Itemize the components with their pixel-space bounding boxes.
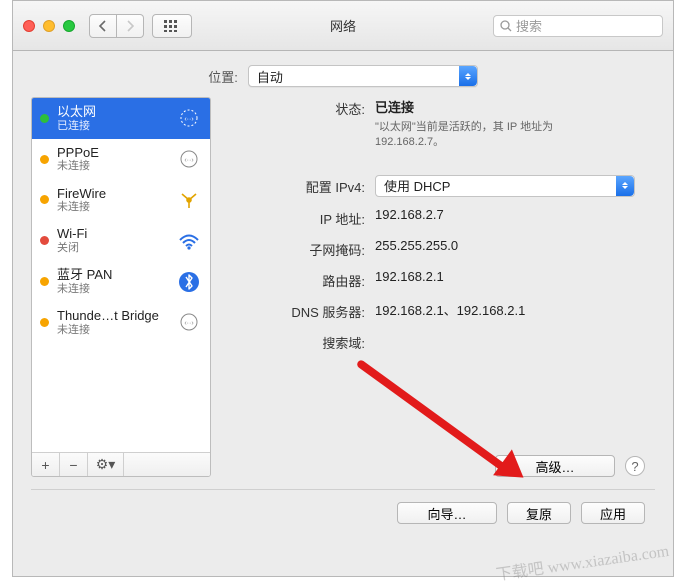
- location-value: 自动: [257, 67, 283, 86]
- advanced-button[interactable]: 高级…: [495, 455, 615, 477]
- search-placeholder: 搜索: [516, 16, 542, 35]
- help-button[interactable]: ?: [625, 456, 645, 476]
- apply-button[interactable]: 应用: [581, 502, 645, 524]
- revert-button[interactable]: 复原: [507, 502, 571, 524]
- details-panel: 状态: 已连接 "以太网"当前是活跃的，其 IP 地址为 192.168.2.7…: [225, 97, 655, 477]
- location-label: 位置:: [208, 67, 238, 86]
- chevron-right-icon: [125, 20, 135, 32]
- subnet-mask-value: 255.255.255.0: [375, 238, 655, 253]
- service-status: 未连接: [57, 283, 168, 296]
- remove-service-button[interactable]: −: [60, 453, 88, 476]
- search-icon: [500, 20, 512, 32]
- service-name: Thunde…t Bridge: [57, 308, 168, 324]
- service-status: 未连接: [57, 201, 168, 214]
- service-status: 未连接: [57, 160, 168, 173]
- ip-address-value: 192.168.2.7: [375, 207, 655, 222]
- bottom-button-row: 向导… 复原 应用: [13, 502, 673, 538]
- service-name: 蓝牙 PAN: [57, 267, 168, 283]
- search-domain-label: 搜索域:: [225, 331, 375, 352]
- back-button[interactable]: [89, 14, 117, 38]
- ethernet-icon: ‹··›: [176, 148, 202, 170]
- router-label: 路由器:: [225, 269, 375, 290]
- status-dot-icon: [40, 318, 49, 327]
- service-status: 关闭: [57, 242, 168, 255]
- forward-button[interactable]: [117, 14, 144, 38]
- divider: [31, 489, 655, 490]
- close-window-icon[interactable]: [23, 20, 35, 32]
- status-dot-icon: [40, 114, 49, 123]
- status-value: 已连接: [375, 97, 655, 116]
- toolbar: 网络 搜索: [13, 1, 673, 51]
- ipv4-config-value: 使用 DHCP: [384, 176, 450, 195]
- status-description: "以太网"当前是活跃的，其 IP 地址为 192.168.2.7。: [375, 120, 615, 151]
- service-item-thunderbolt-bridge[interactable]: Thunde…t Bridge 未连接 ‹··›: [32, 302, 210, 343]
- service-item-firewire[interactable]: FireWire 未连接: [32, 180, 210, 221]
- assist-button[interactable]: 向导…: [397, 502, 497, 524]
- sidebar-footer: + − ⚙︎▾: [32, 452, 210, 476]
- ip-address-label: IP 地址:: [225, 207, 375, 228]
- service-item-pppoe[interactable]: PPPoE 未连接 ‹··›: [32, 139, 210, 180]
- ipv4-config-label: 配置 IPv4:: [225, 175, 375, 196]
- service-sidebar: 以太网 已连接 ‹··› PPPoE 未连接 ‹··›: [31, 97, 211, 477]
- router-value: 192.168.2.1: [375, 269, 655, 284]
- dns-label: DNS 服务器:: [225, 300, 375, 321]
- firewire-icon: [176, 189, 202, 211]
- status-dot-icon: [40, 236, 49, 245]
- location-row: 位置: 自动: [13, 51, 673, 97]
- show-all-button[interactable]: [152, 14, 192, 38]
- minimize-window-icon[interactable]: [43, 20, 55, 32]
- service-name: PPPoE: [57, 145, 168, 161]
- nav-back-forward: [89, 14, 144, 38]
- service-status: 已连接: [57, 120, 168, 133]
- service-item-ethernet[interactable]: 以太网 已连接 ‹··›: [32, 98, 210, 139]
- search-input[interactable]: 搜索: [493, 15, 663, 37]
- chevron-left-icon: [98, 20, 108, 32]
- service-status: 未连接: [57, 324, 168, 337]
- window-controls: [23, 20, 75, 32]
- location-popup[interactable]: 自动: [248, 65, 478, 87]
- bluetooth-icon: [176, 271, 202, 293]
- service-item-bluetooth-pan[interactable]: 蓝牙 PAN 未连接: [32, 261, 210, 302]
- service-name: Wi-Fi: [57, 226, 168, 242]
- status-dot-icon: [40, 195, 49, 204]
- zoom-window-icon[interactable]: [63, 20, 75, 32]
- svg-text:‹··›: ‹··›: [184, 320, 194, 327]
- wifi-icon: [176, 230, 202, 252]
- status-dot-icon: [40, 155, 49, 164]
- svg-text:‹··›: ‹··›: [184, 116, 194, 123]
- service-item-wifi[interactable]: Wi-Fi 关闭: [32, 220, 210, 261]
- service-name: FireWire: [57, 186, 168, 202]
- updown-icon: [616, 176, 634, 196]
- ipv4-config-select[interactable]: 使用 DHCP: [375, 175, 635, 197]
- service-actions-menu[interactable]: ⚙︎▾: [88, 453, 124, 476]
- status-dot-icon: [40, 277, 49, 286]
- ethernet-icon: ‹··›: [176, 107, 202, 129]
- ethernet-icon: ‹··›: [176, 311, 202, 333]
- updown-icon: [459, 66, 477, 86]
- subnet-mask-label: 子网掩码:: [225, 238, 375, 259]
- gear-icon: ⚙︎▾: [96, 456, 116, 473]
- grid-icon: [164, 20, 180, 32]
- add-service-button[interactable]: +: [32, 453, 60, 476]
- svg-text:‹··›: ‹··›: [184, 157, 194, 164]
- status-label: 状态:: [225, 97, 375, 118]
- service-name: 以太网: [57, 104, 168, 120]
- dns-value: 192.168.2.1、192.168.2.1: [375, 300, 655, 319]
